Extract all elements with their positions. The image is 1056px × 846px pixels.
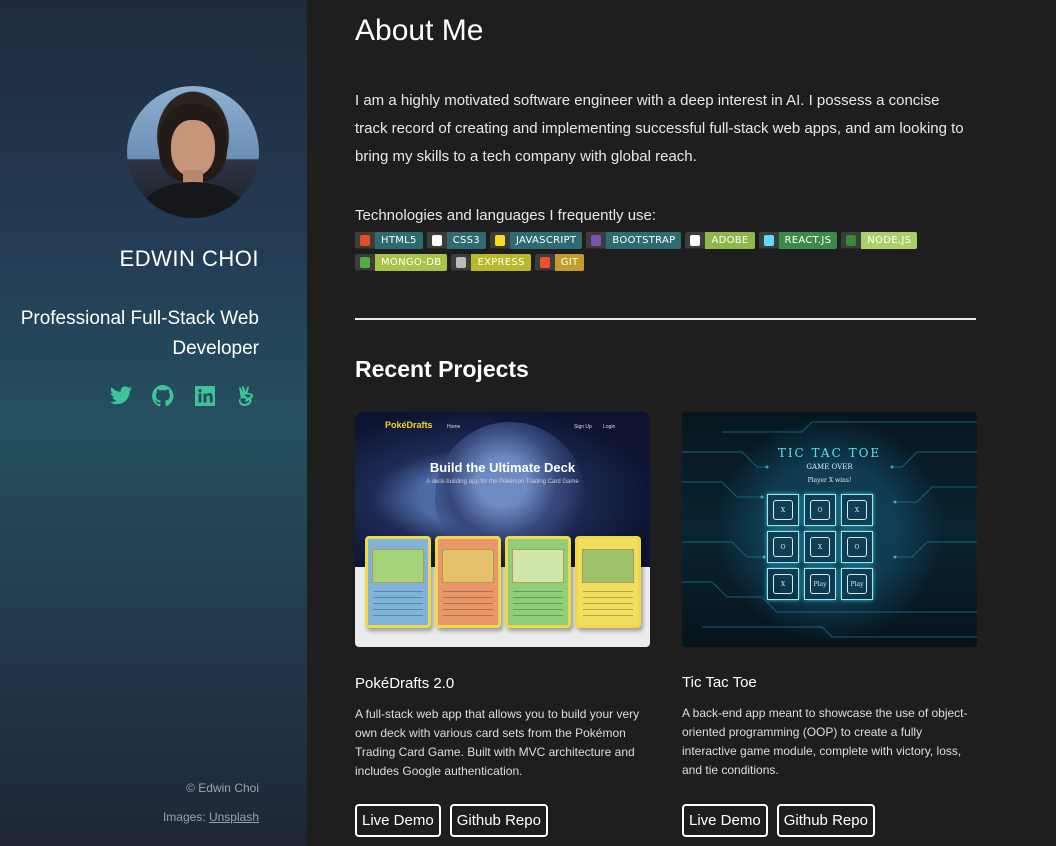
profile-title: Professional Full-Stack Web Developer [20, 308, 259, 359]
section-divider [355, 318, 976, 320]
badge-label: REACT.JS [778, 232, 838, 249]
badge-logo-icon [427, 232, 447, 249]
unsplash-link[interactable]: Unsplash [209, 810, 259, 824]
badge-label: GIT [554, 254, 585, 271]
ttt-cell: X [841, 494, 873, 526]
tech-badges: HTML5 CSS3 JAVASCRIPT BOOTSTRAP ADOBE REACT.J… [355, 232, 976, 271]
pokemon-card-image [505, 536, 571, 628]
image-credits: Images: Unsplash [163, 810, 259, 824]
thumbnail-status: GAME OVER [806, 463, 853, 471]
badge-label: ADOBE [705, 232, 755, 249]
social-links [109, 384, 259, 408]
projects-heading: Recent Projects [355, 356, 529, 382]
ttt-cell: O [767, 531, 799, 563]
badge-logo-icon [355, 232, 375, 249]
thumbnail-nav-login: Login [603, 424, 616, 430]
badge-logo-icon [451, 254, 471, 271]
badge-logo-icon [759, 232, 779, 249]
ttt-cell: Play [841, 568, 873, 600]
pokemon-card-image [365, 536, 431, 628]
tech-badge: HTML5 [355, 232, 423, 249]
ttt-cell: X [767, 568, 799, 600]
project-actions: Live Demo Github Repo [682, 804, 875, 837]
thumbnail-nav-signup: Sign Up [574, 424, 592, 430]
badge-logo-icon [490, 232, 510, 249]
badge-label: CSS3 [446, 232, 486, 249]
badge-label: MONGO-DB [375, 254, 448, 271]
thumbnail-title: Build the Ultimate Deck [429, 460, 576, 475]
sidebar: EDWIN CHOI Professional Full-Stack Web D… [0, 0, 307, 846]
tech-badge: REACT.JS [758, 232, 838, 249]
thumbnail-logo: PokéDrafts [385, 420, 433, 430]
live-demo-button[interactable]: Live Demo [682, 804, 768, 837]
ttt-cell: X [767, 494, 799, 526]
thumbnail-title: TIC TAC TOE [777, 446, 882, 460]
ttt-cell: Play [804, 568, 836, 600]
project-thumbnail[interactable]: TIC TAC TOE GAME OVER Player X wins! X O… [682, 412, 977, 647]
project-card: PokéDrafts Home Sign Up Login Build the … [355, 412, 650, 837]
badge-label: EXPRESS [471, 254, 531, 271]
badge-label: BOOTSTRAP [606, 232, 682, 249]
ttt-cell: O [804, 494, 836, 526]
tech-badge: BOOTSTRAP [586, 232, 682, 249]
badge-logo-icon [535, 254, 555, 271]
linkedin-icon[interactable] [193, 384, 217, 408]
project-name: PokéDrafts 2.0 [355, 675, 455, 692]
ttt-grid: X O X O X O X Play Play [767, 494, 873, 600]
about-heading: About Me [355, 14, 484, 47]
tech-badge: MONGO-DB [355, 254, 448, 271]
twitter-icon[interactable] [109, 384, 133, 408]
tech-badge: EXPRESS [451, 254, 531, 271]
pokemon-card-image [575, 536, 641, 628]
pokemon-card-image [435, 536, 501, 628]
badge-logo-icon [355, 254, 375, 271]
badge-label: JAVASCRIPT [509, 232, 583, 249]
tech-badge: CSS3 [426, 232, 486, 249]
live-demo-button[interactable]: Live Demo [355, 804, 441, 837]
angellist-icon[interactable] [235, 384, 259, 408]
badge-logo-icon [841, 232, 861, 249]
thumbnail-nav-home: Home [447, 424, 461, 430]
github-repo-button[interactable]: Github Repo [449, 804, 548, 837]
profile-name: EDWIN CHOI [119, 246, 259, 271]
tech-badge: NODE.JS [841, 232, 918, 249]
project-actions: Live Demo Github Repo [355, 804, 548, 837]
project-name: Tic Tac Toe [682, 674, 757, 691]
badge-label: NODE.JS [861, 232, 918, 249]
ttt-cell: O [841, 531, 873, 563]
tech-badge: JAVASCRIPT [489, 232, 583, 249]
image-credits-label: Images: [162, 810, 209, 824]
tech-label: Technologies and languages I frequently … [355, 207, 657, 224]
copyright: © Edwin Choi [186, 781, 259, 795]
about-text: I am a highly motivated software enginee… [355, 92, 964, 165]
project-card: TIC TAC TOE GAME OVER Player X wins! X O… [682, 412, 977, 837]
project-description: A back-end app meant to showcase the use… [682, 706, 968, 777]
badge-logo-icon [586, 232, 606, 249]
tech-badge: ADOBE [685, 232, 755, 249]
project-description: A full-stack web app that allows you to … [355, 707, 640, 778]
thumbnail-winner: Player X wins! [807, 477, 852, 484]
thumbnail-subtitle: A deck-building app for the Pokémon Trad… [426, 479, 579, 485]
tech-badge: GIT [534, 254, 585, 271]
badge-label: HTML5 [375, 232, 423, 249]
project-thumbnail[interactable]: PokéDrafts Home Sign Up Login Build the … [355, 412, 650, 647]
ttt-cell: X [804, 531, 836, 563]
github-repo-button[interactable]: Github Repo [776, 804, 875, 837]
badge-logo-icon [685, 232, 705, 249]
github-icon[interactable] [151, 384, 175, 408]
avatar [127, 86, 259, 218]
